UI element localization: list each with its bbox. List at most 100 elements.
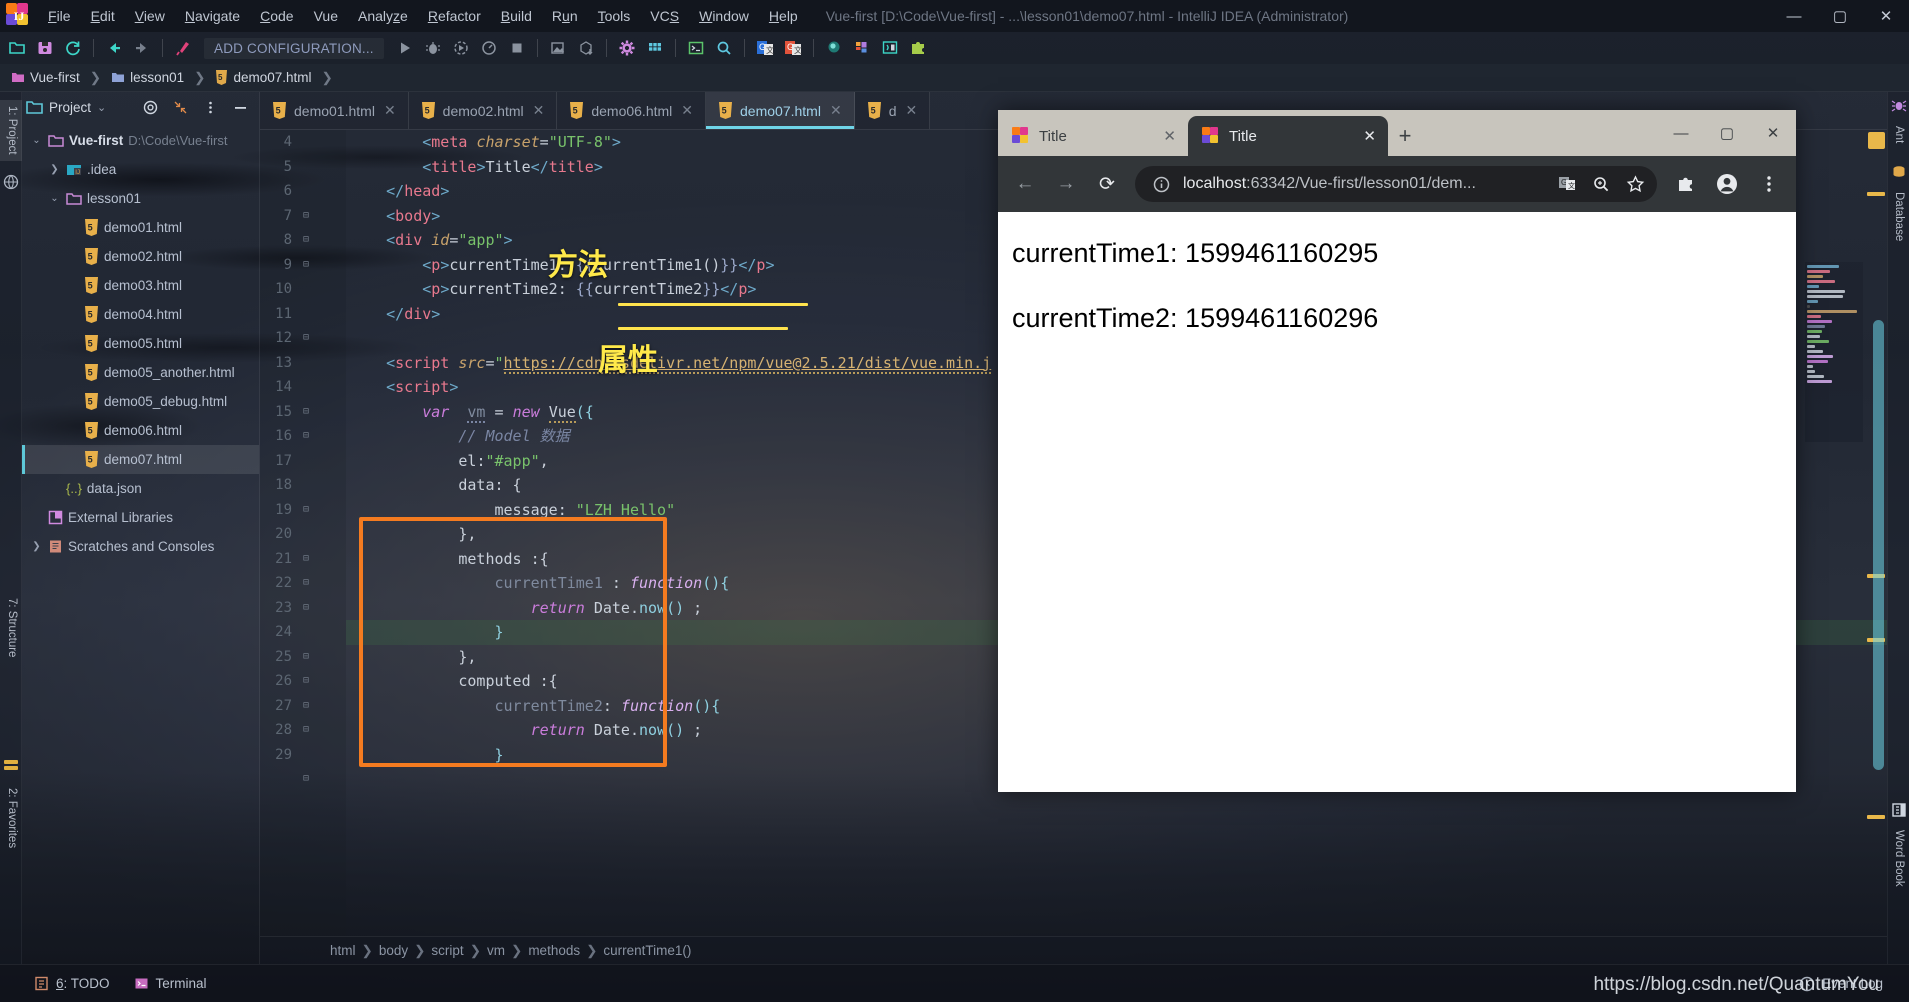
stop-icon[interactable]: [504, 35, 530, 61]
tree-item-scratches-and-consoles[interactable]: ❯ Scratches and Consoles: [22, 532, 259, 561]
code-fold-icon[interactable]: ⊟: [300, 326, 312, 351]
sync-refresh-icon[interactable]: [60, 35, 86, 61]
tree-item-data-json[interactable]: {..} data.json: [22, 474, 259, 503]
extensions-puzzle-icon[interactable]: [1666, 165, 1704, 203]
navigate-forward-icon[interactable]: [129, 35, 155, 61]
code-fold-icon[interactable]: ⊟: [300, 253, 312, 278]
add-configuration-button[interactable]: ADD CONFIGURATION...: [204, 37, 384, 59]
tree-item-demo05-debug-html[interactable]: 5 demo05_debug.html: [22, 387, 259, 416]
chevron-down-icon[interactable]: ⌄: [97, 101, 106, 114]
favorites-star-icon[interactable]: [3, 757, 19, 773]
tool-tab-database[interactable]: Database: [1887, 186, 1909, 247]
collapse-all-icon[interactable]: [168, 95, 192, 119]
chevron-down-icon[interactable]: ⌄: [48, 193, 61, 204]
code-fold-icon[interactable]: ⊟: [300, 645, 312, 670]
structure-globe-icon[interactable]: [3, 174, 19, 190]
menu-item-refactor[interactable]: Refactor: [418, 3, 491, 29]
code-breadcrumb-item-vm[interactable]: vm: [487, 943, 505, 958]
tree-item-external-libraries[interactable]: External Libraries: [22, 503, 259, 532]
chrome-maximize-button[interactable]: ▢: [1704, 110, 1750, 156]
tree-item-demo07-html[interactable]: 5 demo07.html: [22, 445, 259, 474]
editor-tab-demo06-html[interactable]: 5 demo06.html ✕: [557, 92, 707, 129]
chrome-minimize-button[interactable]: —: [1658, 110, 1704, 156]
menu-item-file[interactable]: File: [38, 3, 81, 29]
code-fold-icon[interactable]: ⊟: [300, 228, 312, 253]
breadcrumb-item-demo07[interactable]: 5 demo07.html: [212, 69, 314, 86]
debug-icon[interactable]: [420, 35, 446, 61]
settings-gear-icon[interactable]: [614, 35, 640, 61]
terminal-icon[interactable]: [683, 35, 709, 61]
tree-item-demo04-html[interactable]: 5 demo04.html: [22, 300, 259, 329]
tree-item-demo03-html[interactable]: 5 demo03.html: [22, 271, 259, 300]
editor-vertical-scrollbar[interactable]: [1873, 320, 1884, 770]
chrome-forward-button[interactable]: →: [1047, 165, 1085, 203]
menu-item-vue[interactable]: Vue: [304, 3, 348, 29]
profile-avatar-icon[interactable]: [1708, 165, 1746, 203]
menu-item-window[interactable]: Window: [689, 3, 759, 29]
tool-tab-favorites[interactable]: 2: Favorites: [0, 782, 22, 854]
database-tool-icon[interactable]: [877, 35, 903, 61]
code-breadcrumb-item-script[interactable]: script: [431, 943, 463, 958]
tree-item-vue-first[interactable]: ⌄ Vue-first D:\Code\Vue-first: [22, 126, 259, 155]
chevron-right-icon[interactable]: ❯: [30, 541, 43, 552]
plugin-puzzle-icon[interactable]: [905, 35, 931, 61]
code-minimap[interactable]: [1805, 262, 1863, 442]
editor-tab-demo01-html[interactable]: 5 demo01.html ✕: [260, 92, 409, 129]
code-breadcrumb-item-currenttime1-[interactable]: currentTime1(): [603, 943, 691, 958]
code-breadcrumb-item-methods[interactable]: methods: [528, 943, 580, 958]
tree-item-demo01-html[interactable]: 5 demo01.html: [22, 213, 259, 242]
code-fold-icon[interactable]: ⊟: [300, 694, 312, 719]
profile-icon[interactable]: [476, 35, 502, 61]
editor-tab-close-icon[interactable]: ✕: [384, 102, 396, 119]
code-fold-icon[interactable]: ⊟: [300, 718, 312, 743]
layout-icon[interactable]: [849, 35, 875, 61]
ant-spider-icon[interactable]: [1891, 98, 1907, 114]
code-breadcrumb-item-body[interactable]: body: [379, 943, 408, 958]
word-book-icon[interactable]: [1891, 802, 1907, 818]
maximize-button[interactable]: ▢: [1817, 0, 1863, 32]
build-hammer-icon[interactable]: [170, 35, 196, 61]
hide-panel-icon[interactable]: [228, 95, 252, 119]
menu-item-view[interactable]: View: [125, 3, 175, 29]
menu-item-tools[interactable]: Tools: [588, 3, 641, 29]
editor-tab-close-icon[interactable]: ✕: [830, 102, 842, 119]
tree-item--idea[interactable]: ❯ IJ .idea: [22, 155, 259, 184]
chrome-menu-icon[interactable]: [1750, 165, 1788, 203]
tree-item-demo02-html[interactable]: 5 demo02.html: [22, 242, 259, 271]
project-structure-icon[interactable]: [642, 35, 668, 61]
chevron-down-icon[interactable]: ⌄: [30, 135, 43, 146]
breadcrumb-item-lesson01[interactable]: lesson01: [108, 69, 187, 86]
commit-icon[interactable]: [573, 35, 599, 61]
save-all-icon[interactable]: [32, 35, 58, 61]
run-icon[interactable]: [392, 35, 418, 61]
chrome-omnibox[interactable]: localhost:63342/Vue-first/lesson01/dem..…: [1135, 166, 1657, 202]
open-folder-icon[interactable]: [4, 35, 30, 61]
chrome-back-button[interactable]: ←: [1006, 165, 1044, 203]
zoom-icon[interactable]: [1589, 172, 1613, 196]
menu-item-build[interactable]: Build: [491, 3, 542, 29]
menu-item-vcs[interactable]: VCS: [640, 3, 689, 29]
menu-item-edit[interactable]: Edit: [81, 3, 125, 29]
tree-item-lesson01[interactable]: ⌄ lesson01: [22, 184, 259, 213]
tree-item-demo05-another-html[interactable]: 5 demo05_another.html: [22, 358, 259, 387]
menu-item-run[interactable]: Run: [542, 3, 588, 29]
editor-tab-demo07-html[interactable]: 5 demo07.html ✕: [706, 92, 855, 129]
tool-tab-word-book[interactable]: Word Book: [1887, 824, 1909, 893]
chrome-tab-close-icon[interactable]: ✕: [1153, 127, 1176, 145]
chevron-right-icon[interactable]: ❯: [48, 164, 61, 175]
code-fold-icon[interactable]: ⊟: [300, 596, 312, 621]
google-translate-alt-icon[interactable]: G文: [780, 35, 806, 61]
breadcrumb-item-project[interactable]: Vue-first: [8, 69, 83, 86]
minimize-button[interactable]: —: [1771, 0, 1817, 32]
close-button[interactable]: ✕: [1863, 0, 1909, 32]
update-project-icon[interactable]: [545, 35, 571, 61]
search-everywhere-icon[interactable]: [711, 35, 737, 61]
status-todo-button[interactable]: 6: TODO: [22, 972, 122, 995]
info-circle-icon[interactable]: [1149, 172, 1173, 196]
chrome-tab-2[interactable]: Title ✕: [1188, 116, 1388, 156]
bookmark-star-icon[interactable]: [1623, 172, 1647, 196]
locate-target-icon[interactable]: [138, 95, 162, 119]
menu-item-analyze[interactable]: Analyze: [348, 3, 418, 29]
run-with-coverage-icon[interactable]: [448, 35, 474, 61]
tool-tab-ant[interactable]: Ant: [1887, 120, 1909, 149]
